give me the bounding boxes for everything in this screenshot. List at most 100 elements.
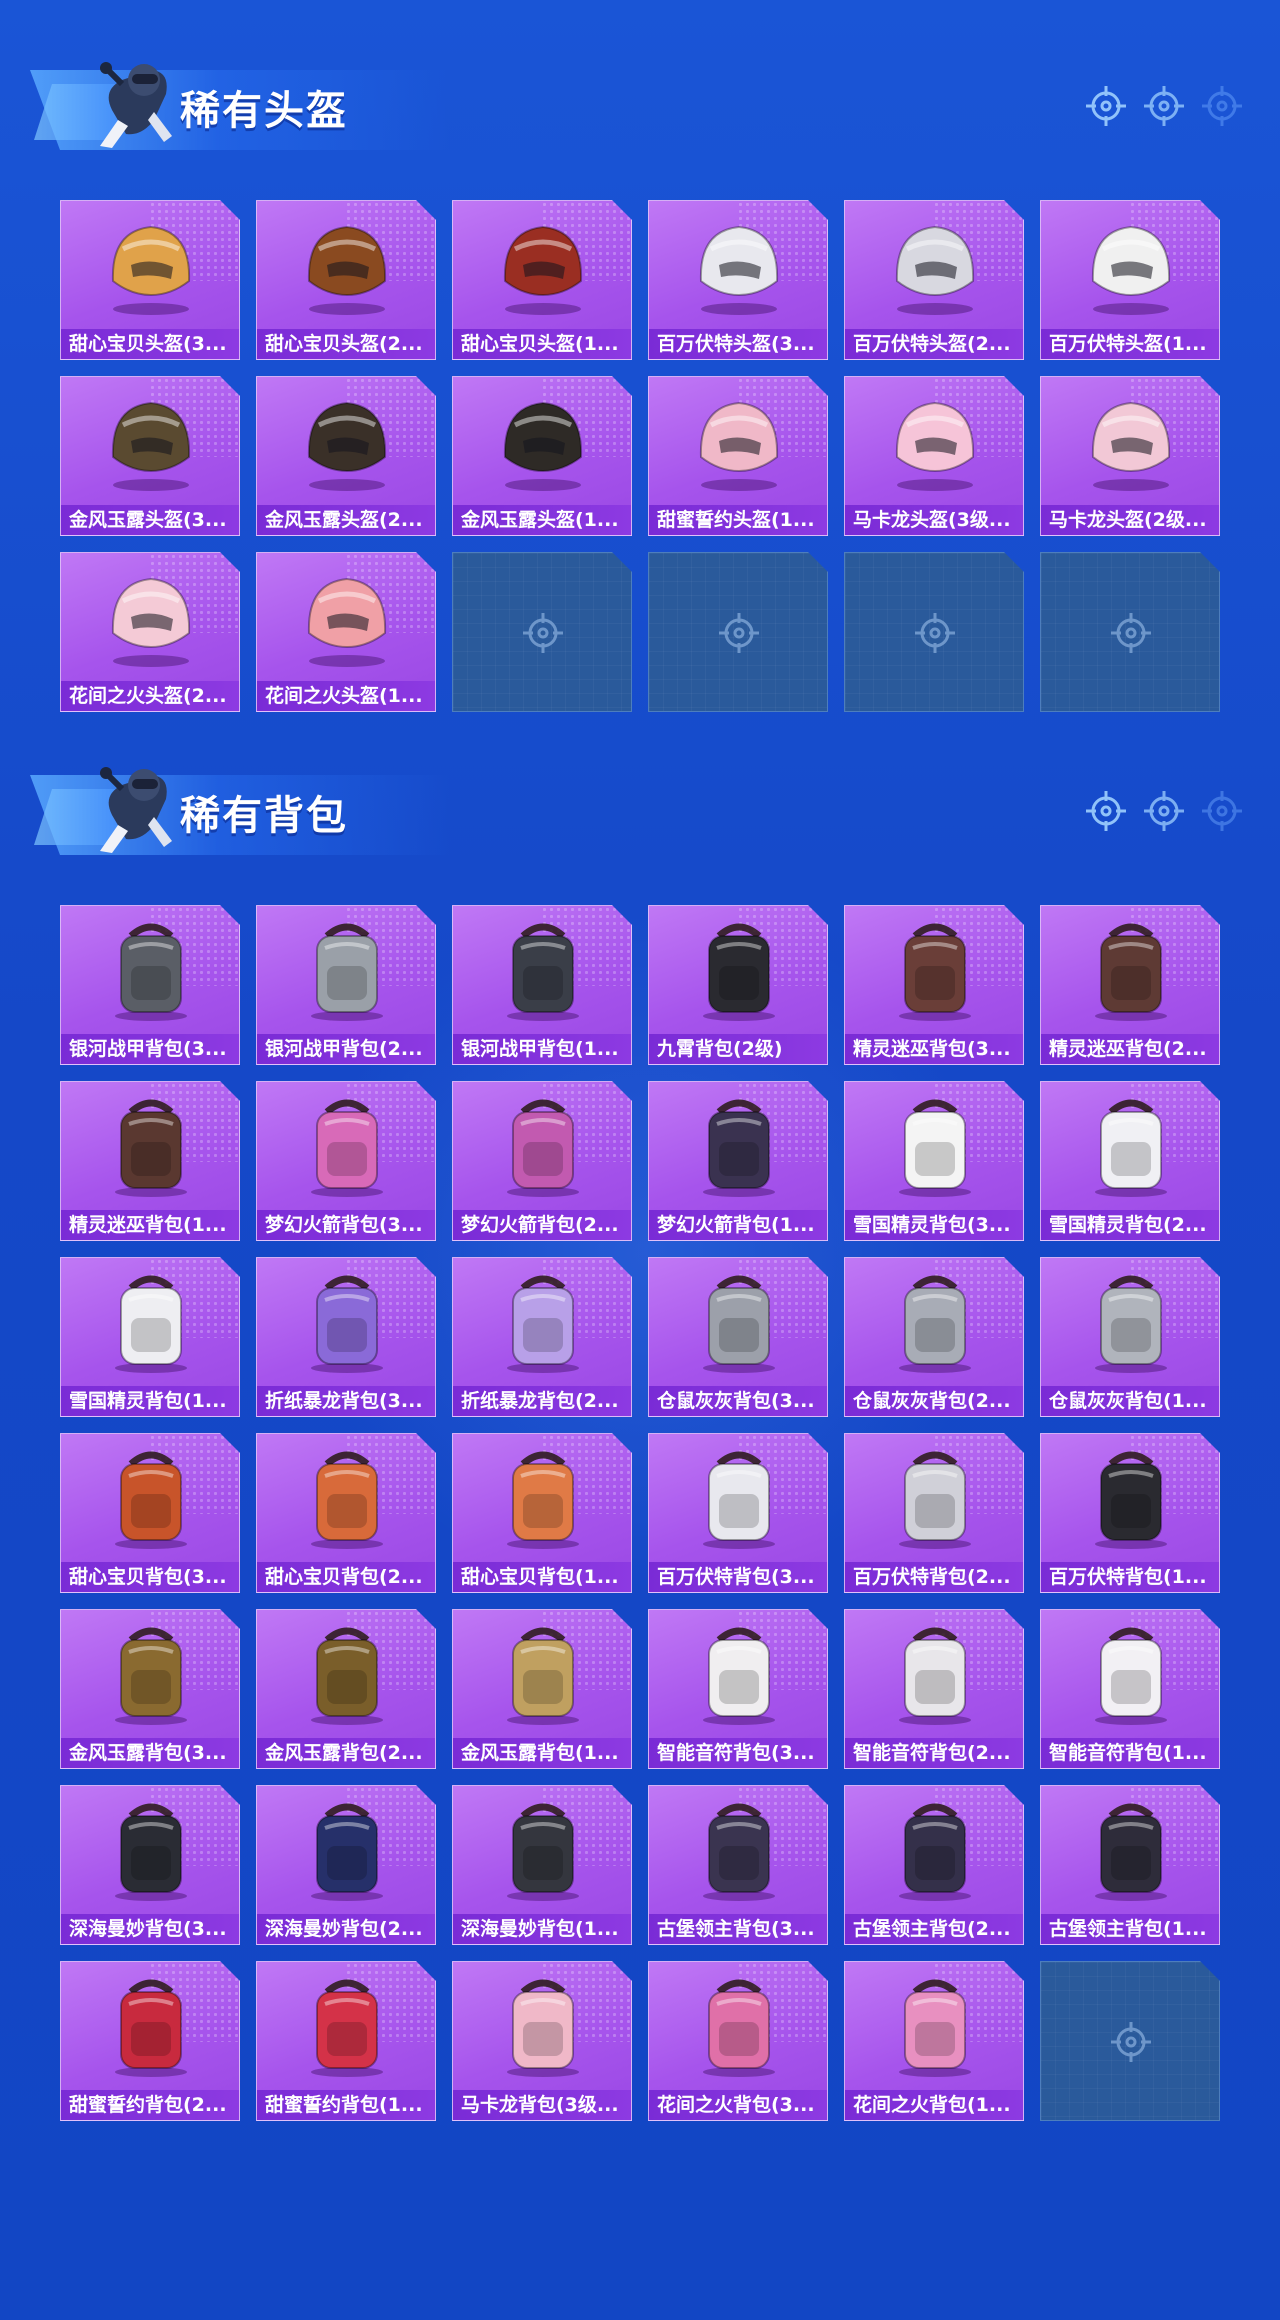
item-label: 古堡领主背包(3... <box>649 1914 827 1944</box>
item-grid: 甜心宝贝头盔(3... 甜心宝贝头盔(2... 甜心宝贝头盔(1... 百万伏特头盔(… <box>60 200 1220 712</box>
backpack-item-card[interactable]: 百万伏特背包(2... <box>844 1433 1024 1593</box>
item-label: 甜心宝贝背包(3... <box>61 1562 239 1592</box>
helmet-item-card[interactable]: 金风玉露头盔(1... <box>452 376 632 536</box>
backpack-item-card[interactable]: 银河战甲背包(2... <box>256 905 436 1065</box>
backpack-item-card[interactable]: 花间之火背包(3... <box>648 1961 828 2121</box>
backpack-icon <box>689 914 789 1024</box>
empty-slot <box>844 552 1024 712</box>
helmet-item-card[interactable]: 百万伏特头盔(3... <box>648 200 828 360</box>
backpack-icon <box>297 1090 397 1200</box>
backpack-icon <box>885 914 985 1024</box>
backpack-item-card[interactable]: 金风玉露背包(3... <box>60 1609 240 1769</box>
backpack-item-card[interactable]: 甜心宝贝背包(1... <box>452 1433 632 1593</box>
backpack-icon <box>885 1970 985 2080</box>
backpack-item-card[interactable]: 花间之火背包(1... <box>844 1961 1024 2121</box>
backpack-item-card[interactable]: 仓鼠灰灰背包(1... <box>1040 1257 1220 1417</box>
backpack-item-card[interactable]: 银河战甲背包(3... <box>60 905 240 1065</box>
backpack-item-card[interactable]: 金风玉露背包(1... <box>452 1609 632 1769</box>
backpack-item-card[interactable]: 九霄背包(2级) <box>648 905 828 1065</box>
item-label: 雪国精灵背包(3... <box>845 1210 1023 1240</box>
backpack-item-card[interactable]: 精灵迷巫背包(2... <box>1040 905 1220 1065</box>
crosshair-target-icon <box>1142 789 1186 833</box>
item-label: 百万伏特头盔(1... <box>1041 329 1219 359</box>
backpack-item-card[interactable]: 仓鼠灰灰背包(2... <box>844 1257 1024 1417</box>
item-label: 甜心宝贝头盔(2... <box>257 329 435 359</box>
item-label: 折纸暴龙背包(2... <box>453 1386 631 1416</box>
helmet-item-card[interactable]: 金风玉露头盔(2... <box>256 376 436 536</box>
backpack-item-card[interactable]: 精灵迷巫背包(3... <box>844 905 1024 1065</box>
helmet-icon <box>297 561 397 671</box>
item-label: 百万伏特背包(2... <box>845 1562 1023 1592</box>
helmet-item-card[interactable]: 马卡龙头盔(3级... <box>844 376 1024 536</box>
backpack-item-card[interactable]: 仓鼠灰灰背包(3... <box>648 1257 828 1417</box>
empty-slot-crosshair-icon <box>913 611 957 655</box>
empty-slot-crosshair-icon <box>1109 611 1153 655</box>
backpack-item-card[interactable]: 马卡龙背包(3级... <box>452 1961 632 2121</box>
backpack-item-card[interactable]: 甜心宝贝背包(2... <box>256 1433 436 1593</box>
item-label: 马卡龙背包(3级... <box>453 2090 631 2120</box>
backpack-icon <box>493 1970 593 2080</box>
backpack-item-card[interactable]: 深海曼妙背包(3... <box>60 1785 240 1945</box>
backpack-item-card[interactable]: 折纸暴龙背包(2... <box>452 1257 632 1417</box>
backpack-item-card[interactable]: 智能音符背包(2... <box>844 1609 1024 1769</box>
helmet-item-card[interactable]: 甜心宝贝头盔(3... <box>60 200 240 360</box>
helmet-icon <box>101 561 201 671</box>
backpack-item-card[interactable]: 银河战甲背包(1... <box>452 905 632 1065</box>
backpack-item-card[interactable]: 梦幻火箭背包(3... <box>256 1081 436 1241</box>
item-label: 梦幻火箭背包(3... <box>257 1210 435 1240</box>
empty-slot <box>452 552 632 712</box>
backpack-item-card[interactable]: 雪国精灵背包(3... <box>844 1081 1024 1241</box>
backpack-item-card[interactable]: 古堡领主背包(1... <box>1040 1785 1220 1945</box>
helmet-item-card[interactable]: 甜心宝贝头盔(1... <box>452 200 632 360</box>
empty-slot <box>648 552 828 712</box>
backpack-item-card[interactable]: 深海曼妙背包(2... <box>256 1785 436 1945</box>
item-label: 深海曼妙背包(3... <box>61 1914 239 1944</box>
item-label: 甜心宝贝头盔(1... <box>453 329 631 359</box>
backpack-item-card[interactable]: 百万伏特背包(1... <box>1040 1433 1220 1593</box>
item-label: 甜蜜誓约背包(1... <box>257 2090 435 2120</box>
backpack-item-card[interactable]: 梦幻火箭背包(2... <box>452 1081 632 1241</box>
section-header: 稀有背包 <box>0 735 1280 865</box>
backpack-item-card[interactable]: 雪国精灵背包(1... <box>60 1257 240 1417</box>
backpack-icon <box>101 1794 201 1904</box>
backpack-item-card[interactable]: 百万伏特背包(3... <box>648 1433 828 1593</box>
backpack-item-card[interactable]: 甜心宝贝背包(3... <box>60 1433 240 1593</box>
item-label: 雪国精灵背包(1... <box>61 1386 239 1416</box>
section-2: 稀有背包银河战甲背包(3... 银河战甲背包(2... 银河战甲背包(1... 九霄背… <box>0 735 1280 2121</box>
backpack-icon <box>885 1090 985 1200</box>
empty-slot <box>1040 1961 1220 2121</box>
backpack-item-card[interactable]: 折纸暴龙背包(3... <box>256 1257 436 1417</box>
item-label: 古堡领主背包(1... <box>1041 1914 1219 1944</box>
item-label: 金风玉露背包(1... <box>453 1738 631 1768</box>
backpack-item-card[interactable]: 甜蜜誓约背包(1... <box>256 1961 436 2121</box>
backpack-item-card[interactable]: 古堡领主背包(3... <box>648 1785 828 1945</box>
item-label: 马卡龙头盔(2级... <box>1041 505 1219 535</box>
helmet-item-card[interactable]: 百万伏特头盔(2... <box>844 200 1024 360</box>
backpack-item-card[interactable]: 深海曼妙背包(1... <box>452 1785 632 1945</box>
helmet-icon <box>885 385 985 495</box>
item-label: 马卡龙头盔(3级... <box>845 505 1023 535</box>
helmet-icon <box>1081 385 1181 495</box>
backpack-icon <box>493 1794 593 1904</box>
backpack-item-card[interactable]: 雪国精灵背包(2... <box>1040 1081 1220 1241</box>
backpack-item-card[interactable]: 智能音符背包(1... <box>1040 1609 1220 1769</box>
backpack-item-card[interactable]: 金风玉露背包(2... <box>256 1609 436 1769</box>
helmet-item-card[interactable]: 花间之火头盔(1... <box>256 552 436 712</box>
helmet-item-card[interactable]: 花间之火头盔(2... <box>60 552 240 712</box>
helmet-item-card[interactable]: 金风玉露头盔(3... <box>60 376 240 536</box>
crosshair-target-icon <box>1142 84 1186 128</box>
crosshair-target-icon <box>1084 84 1128 128</box>
helmet-item-card[interactable]: 甜心宝贝头盔(2... <box>256 200 436 360</box>
item-label: 甜蜜誓约头盔(1... <box>649 505 827 535</box>
backpack-item-card[interactable]: 精灵迷巫背包(1... <box>60 1081 240 1241</box>
helmet-item-card[interactable]: 百万伏特头盔(1... <box>1040 200 1220 360</box>
helmet-item-card[interactable]: 马卡龙头盔(2级... <box>1040 376 1220 536</box>
helmet-item-card[interactable]: 甜蜜誓约头盔(1... <box>648 376 828 536</box>
backpack-item-card[interactable]: 智能音符背包(3... <box>648 1609 828 1769</box>
skydiver-mascot-icon <box>92 755 176 859</box>
backpack-item-card[interactable]: 梦幻火箭背包(1... <box>648 1081 828 1241</box>
backpack-icon <box>689 1442 789 1552</box>
backpack-item-card[interactable]: 古堡领主背包(2... <box>844 1785 1024 1945</box>
backpack-item-card[interactable]: 甜蜜誓约背包(2... <box>60 1961 240 2121</box>
item-grid: 银河战甲背包(3... 银河战甲背包(2... 银河战甲背包(1... 九霄背包(2级… <box>60 905 1220 2121</box>
